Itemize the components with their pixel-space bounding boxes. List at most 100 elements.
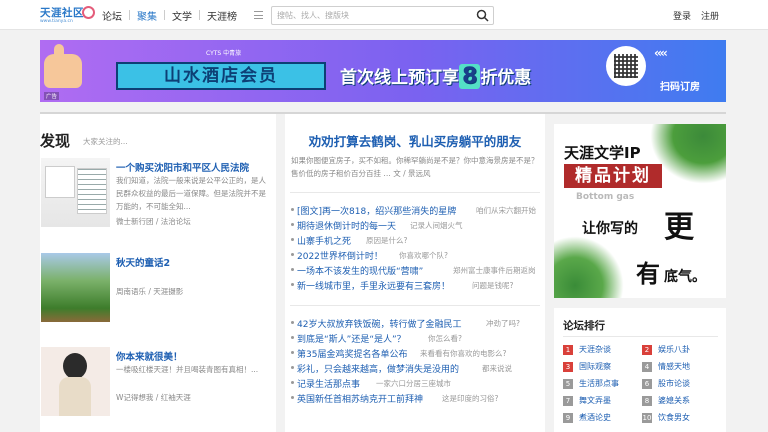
bullet-icon	[291, 283, 294, 286]
list-item[interactable]: 记录生活那点事 一家六口分居三座城市	[290, 376, 545, 391]
list-item-tag: 原因是什么?	[366, 236, 408, 245]
list-item-title[interactable]: 英国新任首相苏纳克开工前拜神	[297, 392, 423, 405]
ip-ad-headline: 天涯文学IP	[564, 144, 641, 162]
list-item-tag: 郑州富士康事件后期返岗	[453, 266, 536, 275]
ranking-item[interactable]: 8 婆媳关系	[642, 395, 722, 408]
post-thumbnail[interactable]	[41, 158, 110, 227]
ranking-item[interactable]: 9 煮酒论史	[563, 412, 643, 425]
ranking-item-name[interactable]: 国际观察	[579, 362, 611, 371]
list-item-title[interactable]: 42岁大叔放弃铁饭碗，转行做了金融民工	[297, 317, 461, 330]
list-item-title[interactable]: 彩礼，只会越来越高，做梦消失是没用的	[297, 362, 459, 375]
ranking-item[interactable]: 4 情感天地	[642, 361, 722, 374]
discover-item-meta[interactable]: 周南语乐 / 天涯摄影	[116, 286, 183, 297]
featured-desc: 如果你图便宜房子，买不如租。你稀罕躺尚是不是？你中意海景房是不是？售价低的房子租…	[291, 156, 539, 178]
banner-hotel-member: 山水酒店会员	[116, 62, 326, 90]
list-item-title[interactable]: 2022世界杯倒计时！	[297, 249, 383, 262]
list-item-tag: 问题是钱呢?	[472, 281, 514, 290]
bullet-icon	[291, 321, 294, 324]
post-thumbnail[interactable]	[41, 347, 110, 416]
search-icon[interactable]	[476, 9, 489, 22]
rank-number: 1	[563, 345, 573, 355]
list-item-title[interactable]: 期待退休倒计时的每一天	[297, 219, 396, 232]
ranking-item-name[interactable]: 情感天地	[658, 362, 690, 371]
list-item[interactable]: 一场本不该发生的现代版“营啸” 郑州富士康事件后期返岗	[290, 263, 545, 278]
logo-text: 天涯社区	[40, 7, 84, 19]
menu-icon[interactable]	[254, 11, 263, 19]
nav-gather[interactable]: 聚集	[137, 8, 157, 23]
rank-number: 8	[642, 396, 652, 406]
list-item-title[interactable]: [图文]再一次818，绍兴那些消失的星牌	[297, 204, 456, 217]
literature-ip-ad[interactable]: 天涯文学IP 精品计划 Bottom gas 让你写的 更 有 底气。	[554, 124, 726, 298]
ip-ad-tail: 底气。	[664, 269, 706, 285]
ranking-item[interactable]: 10 饮食男女	[642, 412, 722, 425]
list-item[interactable]: 新一线城市里，手里永远要有三套房！ 问题是钱呢?	[290, 278, 545, 293]
nav-tianya-rank[interactable]: 天涯榜	[207, 8, 237, 23]
list-item[interactable]: 到底是“斯人”还是“是人”？ 你怎么看?	[290, 331, 545, 346]
featured-headline[interactable]: 劝劝打算去鹤岗、乳山买房躺平的朋友	[285, 131, 545, 150]
list-item[interactable]: 42岁大叔放弃铁饭碗，转行做了金融民工 冲劲了吗?	[290, 316, 545, 331]
ranking-item-name[interactable]: 婆媳关系	[658, 396, 690, 405]
bullet-icon	[291, 253, 294, 256]
list-item[interactable]: 山寨手机之死 原因是什么?	[290, 233, 545, 248]
list-item-title[interactable]: 新一线城市里，手里永远要有三套房！	[297, 279, 450, 292]
discover-item-title[interactable]: 一个购买沈阳市和平区人民法院	[116, 160, 249, 174]
register-link[interactable]: 注册	[701, 9, 719, 22]
rank-number: 9	[563, 413, 573, 423]
top-navigation-bar: 天涯社区 www.tianya.cn 论坛 聚集 文学 天涯榜 登录 注册	[0, 0, 768, 30]
ranking-item-name[interactable]: 生活那点事	[579, 379, 619, 388]
list-item[interactable]: 彩礼，只会越来越高，做梦消失是没用的 都来说说	[290, 361, 545, 376]
post-thumbnail[interactable]	[41, 253, 110, 322]
ranking-item[interactable]: 1 天涯杂谈	[563, 344, 643, 357]
discover-panel: 发现 大家关注的... 一个购买沈阳市和平区人民法院 我们知道，法院一般来说是公…	[40, 114, 276, 432]
list-item[interactable]: 期待退休倒计时的每一天 记录人间烟火气	[290, 218, 545, 233]
ranking-item-name[interactable]: 饮食男女	[658, 413, 690, 422]
list-item-tag: 这是印度的习俗?	[442, 394, 499, 403]
list-item[interactable]: [图文]再一次818，绍兴那些消失的星牌 咱们从宋六翻开始	[290, 203, 545, 218]
banner-scan-label: 扫码订房	[660, 82, 700, 93]
discover-item-title[interactable]: 秋天的童话2	[116, 255, 170, 269]
ranking-item[interactable]: 2 娱乐八卦	[642, 344, 722, 357]
list-item[interactable]: 第35届金鸡奖提名各单公布 来看看有你喜欢的电影么?	[290, 346, 545, 361]
nav-forum[interactable]: 论坛	[102, 8, 122, 23]
nav-separator	[129, 10, 130, 20]
ranking-item[interactable]: 6 股市论谈	[642, 378, 722, 391]
list-item[interactable]: 英国新任首相苏纳克开工前拜神 这是印度的习俗?	[290, 391, 545, 406]
discover-item-meta[interactable]: 微士新行团 / 法治论坛	[116, 216, 191, 227]
headline-list: [图文]再一次818，绍兴那些消失的星牌 咱们从宋六翻开始 期待退休倒计时的每一天…	[290, 203, 545, 293]
ranking-item-name[interactable]: 舞文弄墨	[579, 396, 611, 405]
ranking-item-name[interactable]: 天涯杂谈	[579, 345, 611, 354]
discover-item-desc: 我们知道，法院一般来说是公平公正的，是人民群众权益的最后一道保障。但是法院并不是…	[116, 176, 266, 211]
list-item-title[interactable]: 第35届金鸡奖提名各单公布	[297, 347, 407, 360]
banner-offer-prefix: 首次线上预订享	[340, 68, 459, 88]
discover-item-meta[interactable]: W记得想我 / 红袖天涯	[116, 392, 191, 403]
sidebar: 天涯文学IP 精品计划 Bottom gas 让你写的 更 有 底气。 论坛排行…	[554, 114, 726, 432]
tianya-logo[interactable]: 天涯社区 www.tianya.cn	[40, 5, 95, 25]
ranking-item-name[interactable]: 煮酒论史	[579, 413, 611, 422]
list-item-title[interactable]: 山寨手机之死	[297, 234, 351, 247]
headlines-panel: 劝劝打算去鹤岗、乳山买房躺平的朋友 如果你图便宜房子，买不如租。你稀罕躺尚是不是…	[285, 114, 545, 432]
list-item-title[interactable]: 一场本不该发生的现代版“营啸”	[297, 264, 423, 277]
bullet-icon	[291, 208, 294, 211]
qr-code-icon	[606, 46, 646, 86]
search-input[interactable]	[277, 9, 467, 22]
ip-ad-big-char: 有	[636, 260, 660, 288]
ranking-item-name[interactable]: 股市论谈	[658, 379, 690, 388]
hotel-banner-ad[interactable]: CYTS 中青旅 山水酒店会员 首次线上预订享 8 折优惠 ‹‹‹‹ 扫码订房 广告	[40, 40, 726, 102]
search-box	[271, 6, 494, 25]
login-link[interactable]: 登录	[673, 9, 691, 22]
ranking-item[interactable]: 7 舞文弄墨	[563, 395, 643, 408]
bullet-icon	[291, 223, 294, 226]
nav-literature[interactable]: 文学	[172, 8, 192, 23]
ranking-item-name[interactable]: 娱乐八卦	[658, 345, 690, 354]
list-item-tag: 来看看有你喜欢的电影么?	[420, 349, 507, 358]
list-item-tag: 都来说说	[482, 364, 512, 373]
rank-number: 2	[642, 345, 652, 355]
list-item-title[interactable]: 记录生活那点事	[297, 377, 360, 390]
ranking-item[interactable]: 3 国际观察	[563, 361, 643, 374]
bullet-icon	[291, 336, 294, 339]
discover-item-title[interactable]: 你本来就很美！	[116, 349, 183, 363]
ranking-item[interactable]: 5 生活那点事	[563, 378, 643, 391]
bullet-icon	[291, 381, 294, 384]
list-item-title[interactable]: 到底是“斯人”还是“是人”？	[297, 332, 406, 345]
list-item[interactable]: 2022世界杯倒计时！ 你喜欢哪个队?	[290, 248, 545, 263]
